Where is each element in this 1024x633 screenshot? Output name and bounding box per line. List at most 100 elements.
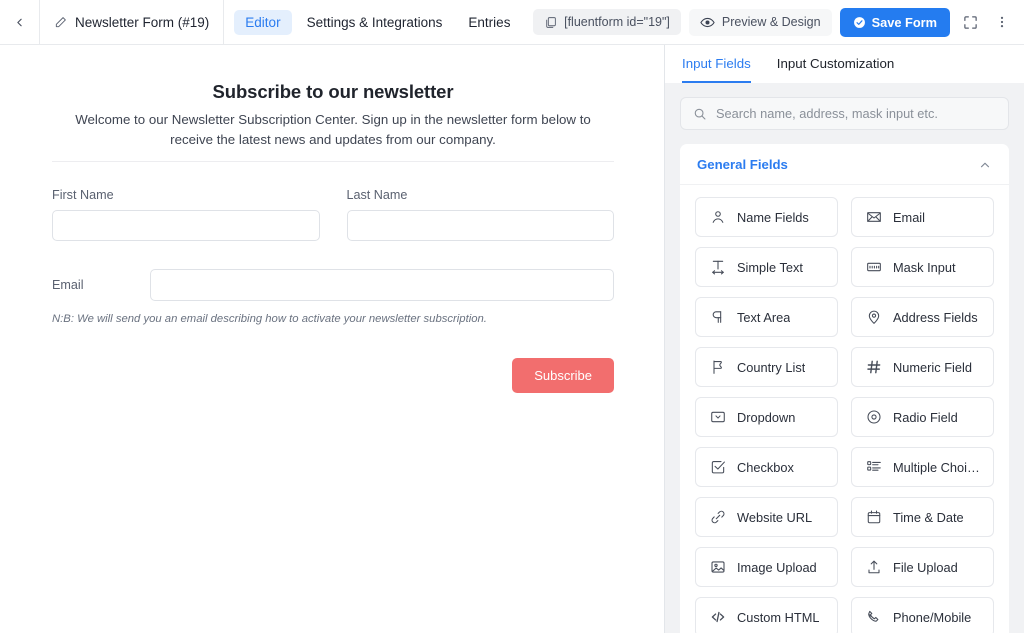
search-icon — [693, 107, 707, 121]
form-name-editor[interactable]: Newsletter Form (#19) — [40, 0, 225, 44]
tab-editor[interactable]: Editor — [234, 9, 292, 35]
fullscreen-icon — [963, 15, 978, 30]
form-name-label: Newsletter Form (#19) — [75, 14, 210, 30]
field-button-dropdown[interactable]: Dropdown — [695, 397, 838, 437]
field-button-label: Time & Date — [893, 509, 964, 525]
field-button-text-area[interactable]: Text Area — [695, 297, 838, 337]
field-button-email[interactable]: Email — [851, 197, 994, 237]
field-button-phone-mobile[interactable]: Phone/Mobile — [851, 597, 994, 633]
search-field-container — [680, 97, 1009, 130]
field-button-label: Address Fields — [893, 309, 978, 325]
field-button-label: Custom HTML — [737, 609, 820, 625]
field-button-label: Checkbox — [737, 459, 794, 475]
tab-settings-integrations[interactable]: Settings & Integrations — [296, 10, 454, 35]
email-row: Email — [52, 269, 614, 302]
more-menu-button[interactable] — [990, 8, 1014, 36]
upload-icon — [865, 559, 882, 576]
field-button-label: Radio Field — [893, 409, 958, 425]
radio-circle-icon — [865, 409, 882, 426]
phone-icon — [865, 609, 882, 626]
first-name-input[interactable] — [52, 210, 320, 242]
tab-input-customization[interactable]: Input Customization — [777, 45, 895, 83]
field-button-label: Country List — [737, 359, 806, 375]
field-button-simple-text[interactable]: Simple Text — [695, 247, 838, 287]
more-vertical-icon — [995, 15, 1009, 29]
form-title: Subscribe to our newsletter — [212, 81, 454, 102]
shortcode-copy-button[interactable]: [fluentform id="19"] — [533, 9, 681, 35]
flag-icon — [709, 359, 726, 376]
back-button[interactable] — [0, 0, 40, 44]
form-container: Subscribe to our newsletter Welcome to o… — [52, 45, 614, 394]
field-button-address-fields[interactable]: Address Fields — [851, 297, 994, 337]
paragraph-icon — [709, 309, 726, 326]
field-button-time-date[interactable]: Time & Date — [851, 497, 994, 537]
envelope-icon — [865, 209, 882, 226]
user-icon — [709, 209, 726, 226]
last-name-group: Last Name — [346, 188, 614, 242]
text-width-icon — [709, 259, 726, 276]
general-fields-group: General Fields Name Fields Email Simple Te… — [680, 144, 1009, 633]
field-button-multiple-choice[interactable]: Multiple Choice — [851, 447, 994, 487]
first-name-label: First Name — [52, 188, 114, 203]
eye-icon — [700, 15, 715, 30]
field-button-checkbox[interactable]: Checkbox — [695, 447, 838, 487]
main-area: Subscribe to our newsletter Welcome to o… — [0, 45, 1024, 633]
chevron-left-icon — [13, 16, 26, 29]
general-fields-title: General Fields — [697, 157, 788, 172]
field-button-label: Numeric Field — [893, 359, 972, 375]
field-button-website-url[interactable]: Website URL — [695, 497, 838, 537]
email-label: Email — [52, 278, 84, 293]
panel-body: General Fields Name Fields Email Simple Te… — [665, 83, 1024, 633]
form-divider — [52, 161, 614, 163]
check-circle-icon — [853, 16, 866, 29]
subscribe-button[interactable]: Subscribe — [512, 358, 614, 394]
last-name-input[interactable] — [346, 210, 614, 242]
field-button-name-fields[interactable]: Name Fields — [695, 197, 838, 237]
field-button-numeric-field[interactable]: Numeric Field — [851, 347, 994, 387]
save-form-label: Save Form — [871, 14, 937, 30]
shortcode-label: [fluentform id="19"] — [564, 15, 670, 29]
last-name-label: Last Name — [346, 188, 408, 203]
field-button-label: Simple Text — [737, 259, 803, 275]
calendar-icon — [865, 509, 882, 526]
map-pin-icon — [865, 309, 882, 326]
tab-entries[interactable]: Entries — [457, 10, 521, 35]
field-button-label: Text Area — [737, 309, 791, 325]
mask-input-icon — [865, 259, 882, 276]
tab-input-fields[interactable]: Input Fields — [682, 45, 751, 83]
field-button-file-upload[interactable]: File Upload — [851, 547, 994, 587]
main-tabs: Editor Settings & Integrations Entries — [224, 0, 531, 44]
preview-design-button[interactable]: Preview & Design — [688, 8, 832, 36]
email-input[interactable] — [150, 269, 614, 302]
form-description: Welcome to our Newsletter Subscription C… — [75, 112, 591, 148]
save-form-button[interactable]: Save Form — [839, 7, 950, 37]
field-button-label: Email — [893, 209, 925, 225]
general-fields-grid: Name Fields Email Simple Text Mask Input Tex… — [680, 185, 1009, 633]
checkbox-icon — [709, 459, 726, 476]
field-button-label: File Upload — [893, 559, 958, 575]
image-icon — [709, 559, 726, 576]
topbar-actions: [fluentform id="19"] Preview & Design Sa… — [533, 0, 1024, 44]
name-fields-row: First Name Last Name — [52, 188, 614, 242]
input-fields-panel: Input Fields Input Customization General… — [665, 45, 1024, 633]
pencil-icon — [54, 15, 68, 29]
field-button-radio-field[interactable]: Radio Field — [851, 397, 994, 437]
field-button-image-upload[interactable]: Image Upload — [695, 547, 838, 587]
field-button-custom-html[interactable]: Custom HTML — [695, 597, 838, 633]
field-button-mask-input[interactable]: Mask Input — [851, 247, 994, 287]
top-bar: Newsletter Form (#19) Editor Settings & … — [0, 0, 1024, 45]
list-icon — [865, 459, 882, 476]
field-button-label: Dropdown — [737, 409, 796, 425]
link-icon — [709, 509, 726, 526]
dropdown-icon — [709, 409, 726, 426]
first-name-group: First Name — [52, 188, 320, 242]
field-button-label: Phone/Mobile — [893, 609, 972, 625]
fullscreen-button[interactable] — [958, 8, 982, 36]
submit-row: Subscribe — [52, 358, 614, 394]
form-preview-canvas: Subscribe to our newsletter Welcome to o… — [0, 45, 665, 633]
field-button-label: Image Upload — [737, 559, 817, 575]
field-button-country-list[interactable]: Country List — [695, 347, 838, 387]
search-input[interactable] — [716, 106, 996, 121]
chevron-up-icon[interactable] — [978, 158, 992, 172]
general-fields-header[interactable]: General Fields — [680, 144, 1009, 185]
